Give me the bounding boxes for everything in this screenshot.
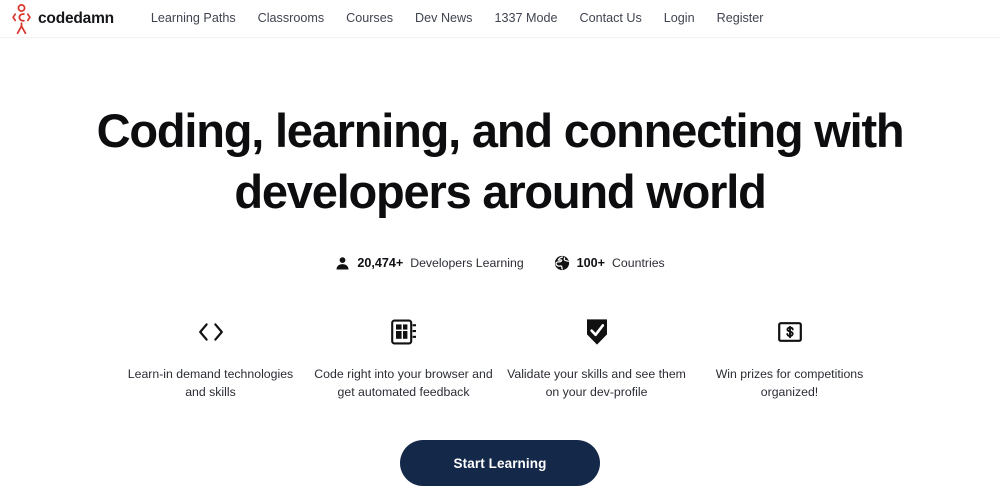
code-brackets-icon [196, 316, 226, 348]
money-dollar-icon [776, 316, 804, 348]
shield-check-icon [583, 316, 611, 348]
stat-countries: 100+ Countries [554, 255, 665, 271]
nav-item-1337-mode[interactable]: 1337 Mode [483, 8, 568, 29]
site-header: codedamn Learning Paths Classrooms Cours… [0, 0, 1000, 38]
cta-container: Start Learning [400, 440, 600, 486]
brand-wordmark: codedamn [38, 9, 114, 27]
feature-text: Win prizes for competitions organized! [715, 367, 864, 399]
stats-row: 20,474+ Developers Learning 100+ Countri… [335, 255, 665, 271]
feature-text: Learn-in demand technologies and skills [127, 367, 294, 399]
brand-logo-link[interactable]: codedamn [12, 3, 114, 34]
features-row: Learn-in demand technologies and skills … [0, 316, 1000, 401]
hero-section: Coding, learning, and connecting with de… [0, 38, 1000, 486]
stat-label: Developers Learning [410, 255, 524, 270]
nav-item-register[interactable]: Register [706, 8, 775, 29]
codedamn-stickman-logo-icon [12, 3, 31, 34]
feature-validate-skills: Validate your skills and see them on you… [500, 316, 693, 401]
feature-browser-coding: Code right into your browser and get aut… [307, 316, 500, 401]
nav-item-contact-us[interactable]: Contact Us [568, 8, 652, 29]
nav-item-learning-paths[interactable]: Learning Paths [140, 8, 247, 29]
nav-item-classrooms[interactable]: Classrooms [247, 8, 335, 29]
browser-window-icon [390, 316, 418, 348]
feature-text: Validate your skills and see them on you… [507, 367, 686, 399]
stat-value: 20,474+ [357, 255, 404, 270]
nav-item-dev-news[interactable]: Dev News [404, 8, 483, 29]
feature-win-prizes: Win prizes for competitions organized! [693, 316, 886, 401]
feature-text: Code right into your browser and get aut… [314, 367, 493, 399]
nav-item-login[interactable]: Login [653, 8, 706, 29]
page-title: Coding, learning, and connecting with de… [96, 104, 905, 218]
feature-learn-technologies: Learn-in demand technologies and skills [114, 316, 307, 401]
main-navigation: Learning Paths Classrooms Courses Dev Ne… [140, 8, 775, 29]
stat-value: 100+ [576, 255, 606, 270]
globe-icon [554, 255, 570, 271]
user-icon [335, 256, 350, 271]
stat-label: Countries [612, 255, 665, 270]
stat-developers-learning: 20,474+ Developers Learning [335, 255, 524, 271]
start-learning-button[interactable]: Start Learning [400, 440, 600, 486]
nav-item-courses[interactable]: Courses [335, 8, 404, 29]
